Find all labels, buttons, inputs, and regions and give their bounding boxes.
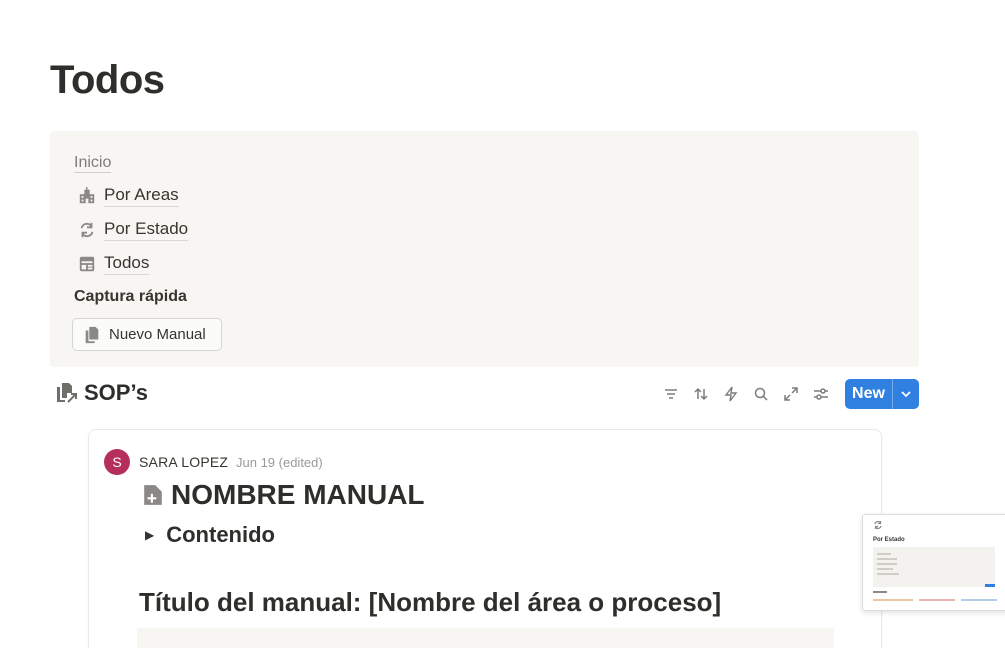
nav-link-label: Todos bbox=[104, 253, 150, 275]
filter-button[interactable] bbox=[661, 384, 681, 404]
refresh-arrows-icon bbox=[80, 222, 94, 238]
sort-button[interactable] bbox=[691, 384, 711, 404]
school-building-icon bbox=[79, 187, 95, 204]
database-toolbar bbox=[661, 384, 831, 404]
refresh-arrows-icon bbox=[874, 520, 882, 530]
documents-icon bbox=[85, 326, 99, 343]
inicio-link[interactable]: Inicio bbox=[74, 154, 112, 173]
navigation-callout: Inicio Por Areas Por Estado Todos Captur… bbox=[50, 131, 919, 367]
search-button[interactable] bbox=[751, 384, 771, 404]
thumbnail-line bbox=[877, 568, 893, 570]
manual-heading: Título del manual: [Nombre del área o pr… bbox=[139, 587, 722, 617]
thumbnail-line bbox=[877, 573, 899, 575]
page-thumbnail-preview[interactable]: Por Estado bbox=[862, 514, 1005, 611]
thumbnail-new-button bbox=[985, 584, 995, 587]
database-header: SOP’s New bbox=[56, 379, 919, 410]
nav-link-label: Por Areas bbox=[104, 185, 179, 207]
thumbnail-line bbox=[961, 599, 997, 601]
thumbnail-callout bbox=[873, 547, 995, 587]
nav-link-por-areas[interactable]: Por Areas bbox=[78, 185, 179, 207]
document-title[interactable]: NOMBRE MANUAL bbox=[143, 479, 425, 511]
nav-link-por-estado[interactable]: Por Estado bbox=[78, 219, 189, 241]
page-preview-card[interactable]: S SARA LOPEZ Jun 19 (edited) NOMBRE MANU… bbox=[88, 429, 882, 648]
nav-link-label: Por Estado bbox=[104, 219, 189, 241]
edit-date: Jun 19 (edited) bbox=[236, 455, 323, 470]
avatar: S bbox=[104, 449, 130, 475]
expand-button[interactable] bbox=[781, 384, 801, 404]
chevron-down-icon bbox=[901, 391, 911, 398]
new-dropdown-button[interactable] bbox=[893, 379, 919, 409]
toggle-triangle-icon[interactable]: ▶ bbox=[145, 528, 154, 542]
expand-icon bbox=[784, 387, 798, 401]
content-block bbox=[137, 628, 834, 648]
filter-icon bbox=[665, 389, 677, 399]
new-button[interactable]: New bbox=[845, 379, 893, 409]
thumbnail-line bbox=[877, 563, 897, 565]
new-manual-label: Nuevo Manual bbox=[109, 326, 206, 343]
automation-button[interactable] bbox=[721, 384, 741, 404]
sort-icon bbox=[694, 387, 708, 401]
automation-bolt-icon bbox=[724, 386, 738, 402]
nav-link-todos[interactable]: Todos bbox=[78, 253, 150, 275]
toggle-label: Contenido bbox=[166, 522, 275, 547]
quick-capture-heading: Captura rápida bbox=[74, 288, 187, 305]
page-title: Todos bbox=[50, 58, 165, 102]
document-title-label: NOMBRE MANUAL bbox=[171, 479, 425, 510]
database-title-label: SOP’s bbox=[84, 380, 148, 405]
view-settings-button[interactable] bbox=[811, 384, 831, 404]
thumbnail-line bbox=[877, 553, 891, 555]
thumbnail-line bbox=[877, 558, 897, 560]
author-name: SARA LOPEZ bbox=[139, 454, 229, 470]
new-button-group: New bbox=[845, 379, 919, 409]
calendar-table-icon bbox=[79, 256, 95, 272]
thumbnail-line bbox=[919, 599, 955, 601]
thumbnail-title: Por Estado bbox=[873, 537, 905, 543]
new-manual-button[interactable]: Nuevo Manual bbox=[72, 318, 222, 351]
search-icon bbox=[754, 387, 768, 401]
inicio-label: Inicio bbox=[74, 154, 112, 173]
thumbnail-line bbox=[873, 591, 887, 593]
thumbnail-line bbox=[873, 599, 913, 601]
document-add-icon bbox=[144, 485, 162, 505]
contenido-toggle[interactable]: ▶ Contenido bbox=[145, 522, 275, 548]
settings-sliders-icon bbox=[814, 388, 828, 400]
database-title[interactable]: SOP’s bbox=[56, 380, 148, 406]
documents-link-icon bbox=[57, 383, 77, 403]
